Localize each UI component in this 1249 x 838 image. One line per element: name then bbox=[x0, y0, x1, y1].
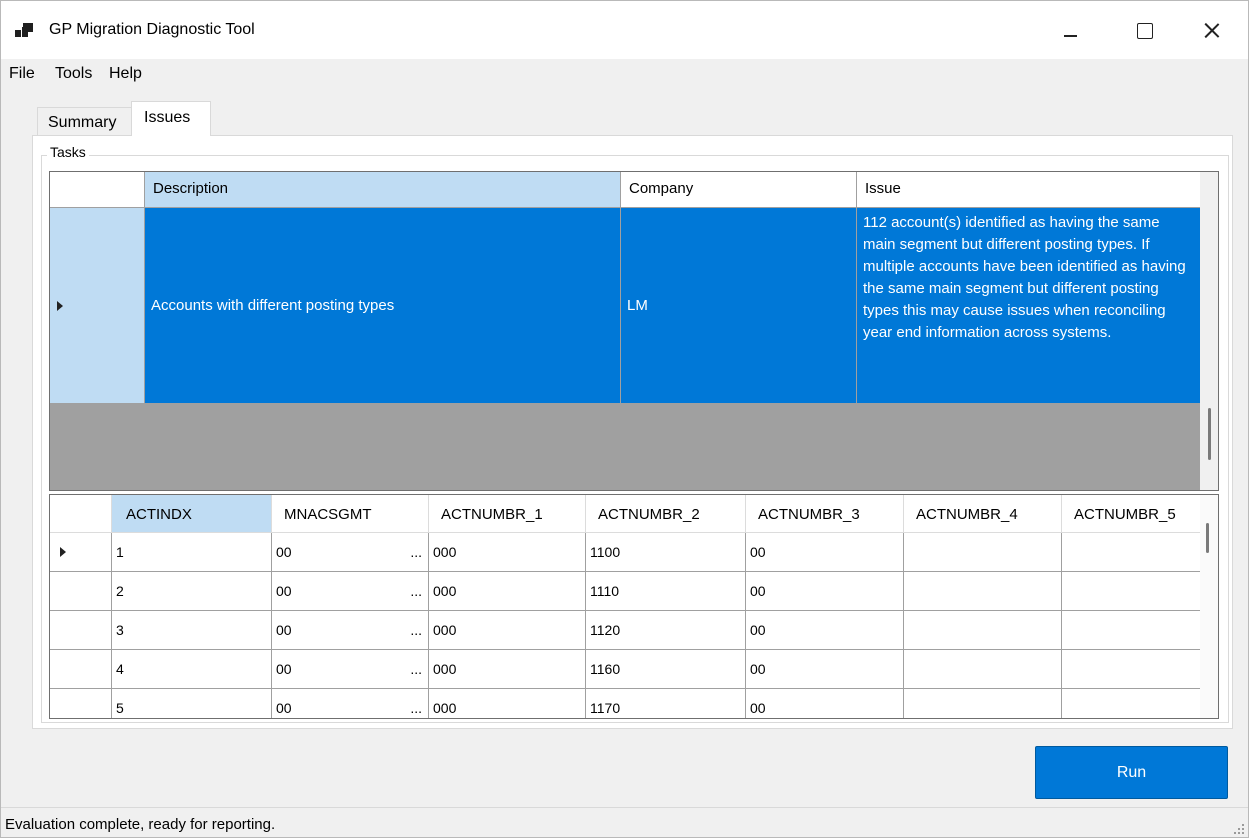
detail-cell[interactable]: 1110 bbox=[586, 572, 746, 611]
detail-cell[interactable] bbox=[1062, 611, 1207, 650]
row-header[interactable] bbox=[50, 208, 145, 404]
menu-file[interactable]: File bbox=[9, 65, 35, 83]
detail-grid[interactable]: ACTINDX MNACSGMT ACTNUMBR_1 ACTNUMBR_2 A… bbox=[49, 494, 1219, 719]
detail-cell[interactable]: 3 bbox=[112, 611, 272, 650]
detail-cell[interactable]: 00 bbox=[746, 533, 904, 572]
cell-ellipsis: ... bbox=[410, 544, 422, 560]
detail-row-header[interactable] bbox=[50, 689, 112, 718]
detail-cell[interactable]: 00 bbox=[746, 689, 904, 718]
detail-cell[interactable]: 1120 bbox=[586, 611, 746, 650]
main-window: GP Migration Diagnostic Tool File Tools … bbox=[0, 0, 1249, 838]
column-header-company[interactable]: Company bbox=[621, 172, 857, 208]
tasks-group-label: Tasks bbox=[47, 144, 89, 160]
detail-grid-scrollbar[interactable] bbox=[1200, 495, 1218, 718]
column-header-mnacsgmt[interactable]: MNACSGMT bbox=[272, 495, 429, 533]
column-header-actindx[interactable]: ACTINDX bbox=[112, 495, 272, 533]
detail-cell[interactable] bbox=[1062, 533, 1207, 572]
detail-cell[interactable] bbox=[1062, 689, 1207, 718]
tasks-grid[interactable]: Description Company Issue Accounts with … bbox=[49, 171, 1219, 491]
detail-cell[interactable] bbox=[904, 650, 1062, 689]
menu-tools[interactable]: Tools bbox=[55, 65, 92, 83]
detail-row-header[interactable] bbox=[50, 533, 112, 572]
column-header-actnumbr-2[interactable]: ACTNUMBR_2 bbox=[586, 495, 746, 533]
run-button[interactable]: Run bbox=[1035, 746, 1228, 799]
detail-cell[interactable]: 00 bbox=[746, 572, 904, 611]
detail-cell[interactable]: 000 bbox=[429, 611, 586, 650]
column-header-actnumbr-3[interactable]: ACTNUMBR_3 bbox=[746, 495, 904, 533]
column-header-description[interactable]: Description bbox=[145, 172, 621, 208]
detail-cell[interactable]: 00 bbox=[746, 611, 904, 650]
cell-ellipsis: ... bbox=[410, 583, 422, 599]
detail-cell[interactable]: 4 bbox=[112, 650, 272, 689]
column-header-issue[interactable]: Issue bbox=[857, 172, 1202, 208]
detail-cell-value: 00 bbox=[276, 700, 292, 716]
detail-cell[interactable]: 00 bbox=[746, 650, 904, 689]
current-row-indicator-icon bbox=[60, 547, 66, 557]
detail-cell-value: 00 bbox=[276, 622, 292, 638]
tasks-grid-scrollbar[interactable] bbox=[1200, 172, 1218, 490]
detail-cell[interactable] bbox=[1062, 572, 1207, 611]
detail-cell[interactable] bbox=[1062, 650, 1207, 689]
detail-cell[interactable]: 00... bbox=[272, 533, 429, 572]
task-company-cell[interactable]: LM bbox=[621, 208, 857, 404]
detail-cell[interactable]: 5 bbox=[112, 689, 272, 718]
detail-cell[interactable]: 1 bbox=[112, 533, 272, 572]
minimize-button[interactable] bbox=[1035, 1, 1105, 59]
detail-cell[interactable]: 1170 bbox=[586, 689, 746, 718]
detail-cell[interactable]: 00... bbox=[272, 611, 429, 650]
detail-cell[interactable]: 00... bbox=[272, 650, 429, 689]
detail-cell[interactable]: 1160 bbox=[586, 650, 746, 689]
app-icon bbox=[15, 23, 37, 43]
column-header-actnumbr-5[interactable]: ACTNUMBR_5 bbox=[1062, 495, 1207, 533]
detail-cell-value: 00 bbox=[276, 544, 292, 560]
maximize-button[interactable] bbox=[1109, 1, 1179, 59]
window-title: GP Migration Diagnostic Tool bbox=[49, 21, 255, 38]
status-text: Evaluation complete, ready for reporting… bbox=[5, 816, 276, 833]
column-header-actnumbr-4[interactable]: ACTNUMBR_4 bbox=[904, 495, 1062, 533]
detail-cell[interactable]: 000 bbox=[429, 689, 586, 718]
detail-cell[interactable]: 00... bbox=[272, 689, 429, 718]
task-issue-cell[interactable]: 112 account(s) identified as having the … bbox=[857, 208, 1202, 404]
menu-help[interactable]: Help bbox=[109, 65, 142, 83]
status-bar: Evaluation complete, ready for reporting… bbox=[1, 807, 1248, 837]
detail-cell[interactable]: 2 bbox=[112, 572, 272, 611]
row-header-corner bbox=[50, 172, 145, 208]
detail-cell[interactable]: 00... bbox=[272, 572, 429, 611]
detail-cell-value: 00 bbox=[276, 583, 292, 599]
detail-cell[interactable]: 000 bbox=[429, 572, 586, 611]
detail-cell[interactable]: 000 bbox=[429, 650, 586, 689]
detail-cell[interactable] bbox=[904, 689, 1062, 718]
cell-ellipsis: ... bbox=[410, 700, 422, 716]
cell-ellipsis: ... bbox=[410, 622, 422, 638]
tasks-grid-scroll-thumb[interactable] bbox=[1208, 408, 1211, 460]
detail-cell[interactable] bbox=[904, 572, 1062, 611]
current-row-indicator-icon bbox=[57, 301, 63, 311]
detail-grid-scroll-thumb[interactable] bbox=[1206, 523, 1209, 553]
column-header-actnumbr-1[interactable]: ACTNUMBR_1 bbox=[429, 495, 586, 533]
detail-cell[interactable]: 000 bbox=[429, 533, 586, 572]
detail-row-header-corner bbox=[50, 495, 112, 533]
tab-summary[interactable]: Summary bbox=[37, 107, 133, 136]
detail-row-header[interactable] bbox=[50, 572, 112, 611]
title-bar: GP Migration Diagnostic Tool bbox=[1, 1, 1248, 59]
detail-cell-value: 00 bbox=[276, 661, 292, 677]
resize-grip-icon[interactable] bbox=[1232, 822, 1244, 834]
task-description-cell[interactable]: Accounts with different posting types bbox=[145, 208, 621, 404]
close-button[interactable] bbox=[1177, 1, 1247, 59]
detail-cell[interactable] bbox=[904, 611, 1062, 650]
detail-cell[interactable]: 1100 bbox=[586, 533, 746, 572]
detail-cell[interactable] bbox=[904, 533, 1062, 572]
cell-ellipsis: ... bbox=[410, 661, 422, 677]
detail-row-header[interactable] bbox=[50, 611, 112, 650]
menu-bar: File Tools Help bbox=[1, 59, 1248, 91]
tab-issues[interactable]: Issues bbox=[131, 101, 211, 136]
detail-row-header[interactable] bbox=[50, 650, 112, 689]
